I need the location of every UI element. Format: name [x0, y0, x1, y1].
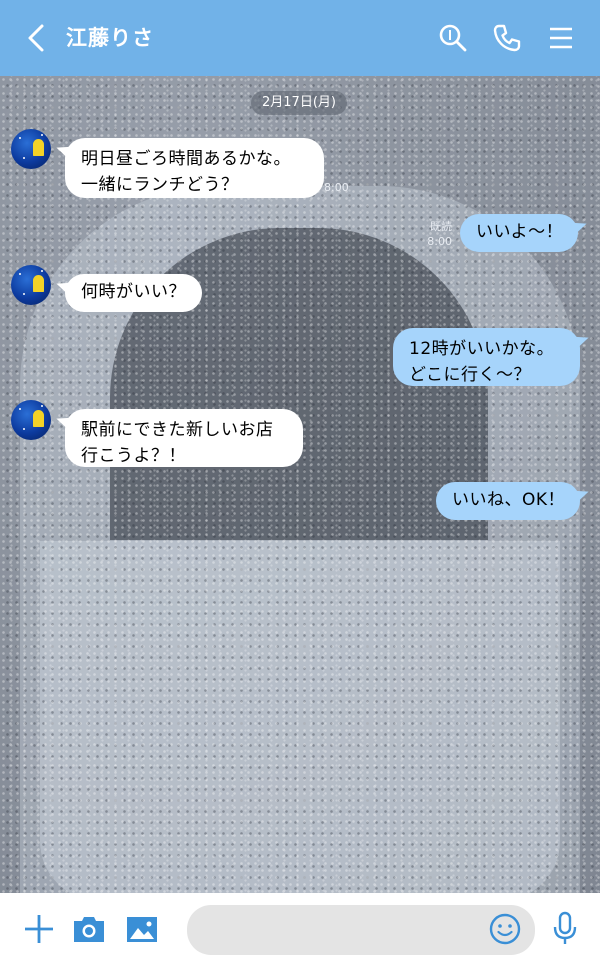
- message-bubble-received[interactable]: 明日昼ごろ時間あるかな。 一緒にランチどう？: [65, 138, 324, 198]
- menu-icon[interactable]: [545, 22, 577, 54]
- search-icon[interactable]: [437, 22, 469, 54]
- message-bubble-received[interactable]: 駅前にできた新しいお店 行こうよ？！: [65, 409, 303, 467]
- message-bubble-sent[interactable]: 12時がいいかな。 どこに行く〜？: [393, 328, 580, 386]
- back-chevron-icon[interactable]: [22, 22, 52, 54]
- message-bubble-received[interactable]: 何時がいい？: [65, 274, 202, 312]
- camera-icon[interactable]: [71, 911, 107, 947]
- read-receipt: 既読: [430, 220, 452, 233]
- image-icon[interactable]: [124, 911, 160, 947]
- phone-icon[interactable]: [491, 22, 523, 54]
- avatar[interactable]: [11, 265, 51, 305]
- plus-icon[interactable]: [21, 911, 57, 947]
- message-bubble-sent[interactable]: いいよ〜！: [460, 214, 578, 252]
- message-input[interactable]: [187, 905, 535, 955]
- date-separator: 2月17日(月): [251, 91, 347, 115]
- message-bubble-sent[interactable]: いいね、OK！: [436, 482, 580, 520]
- mic-icon[interactable]: [551, 911, 579, 947]
- chat-title: 江藤りさ: [66, 26, 154, 50]
- message-time: 8:00: [324, 181, 349, 194]
- emoji-icon[interactable]: [488, 912, 522, 946]
- message-time: 8:00: [427, 235, 452, 248]
- chat-header: 江藤りさ: [0, 0, 600, 76]
- message-input-bar: [0, 893, 600, 965]
- avatar[interactable]: [11, 400, 51, 440]
- avatar[interactable]: [11, 129, 51, 169]
